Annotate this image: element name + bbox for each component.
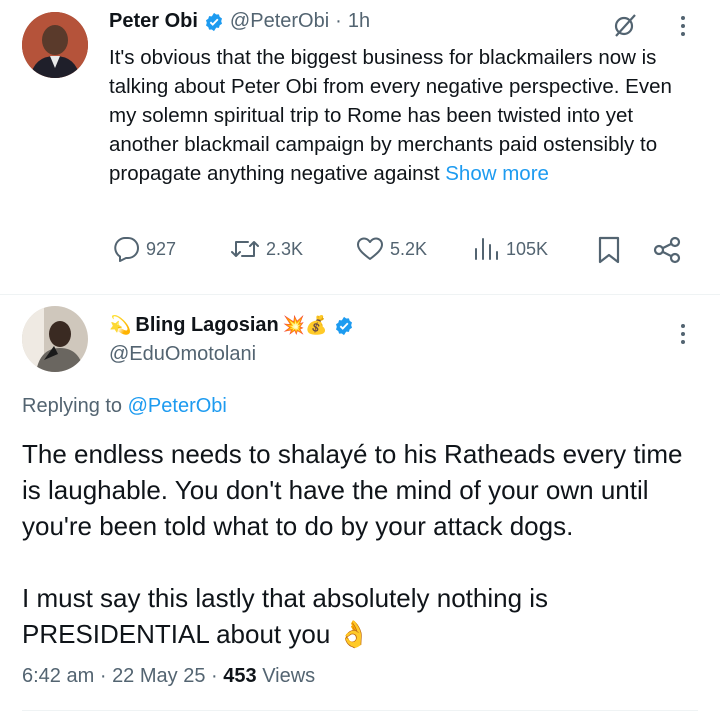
show-more-link[interactable]: Show more — [445, 162, 549, 185]
tweet-text: It's obvious that the biggest business f… — [109, 43, 684, 188]
author-name[interactable]: Peter Obi — [109, 10, 198, 33]
bling-lagosian-avatar[interactable] — [22, 306, 88, 372]
reply-paragraph-2-container: I must say this lastly that absolutely n… — [22, 580, 702, 652]
reply-views-count: 453 — [223, 665, 257, 687]
bottom-divider — [22, 710, 698, 711]
tweet-body: It's obvious that the biggest business f… — [109, 46, 672, 185]
like-button[interactable]: 5.2K — [356, 236, 427, 262]
meta-separator: · — [99, 665, 107, 687]
reply-paragraph-1: The endless needs to shalayé to his Rath… — [22, 439, 683, 541]
author-handle[interactable]: @PeterObi — [230, 10, 329, 33]
heart-icon — [357, 237, 383, 260]
peter-obi-avatar[interactable] — [22, 12, 88, 78]
bookmark-button[interactable] — [597, 236, 621, 269]
repost-icon — [231, 241, 259, 257]
reply-button[interactable]: 927 — [112, 236, 176, 262]
reply-verified-badge-icon — [334, 316, 354, 336]
reply-more-options-icon[interactable] — [681, 324, 685, 344]
ok-hand-emoji: 👌 — [337, 619, 370, 649]
verified-badge-icon — [204, 12, 224, 32]
reply-paragraph-2: I must say this lastly that absolutely n… — [22, 583, 549, 649]
replying-to-label: Replying to — [22, 395, 123, 417]
meta-separator: · — [211, 665, 218, 687]
grok-icon[interactable] — [611, 11, 639, 44]
bookmark-icon — [598, 236, 620, 264]
views-button[interactable]: 105K — [472, 236, 548, 262]
replying-to-handle[interactable]: @PeterObi — [128, 395, 227, 417]
reply-time[interactable]: 6:42 am — [22, 665, 94, 687]
repost-button[interactable]: 2.3K — [230, 236, 303, 262]
like-count: 5.2K — [390, 238, 428, 259]
reply-author-handle[interactable]: @EduOmotolani — [109, 343, 256, 366]
reply-views-label: Views — [262, 665, 316, 687]
more-options-icon[interactable] — [681, 16, 685, 36]
share-button[interactable] — [653, 236, 683, 269]
reply-author-name[interactable]: Bling Lagosian — [135, 314, 278, 337]
divider — [0, 294, 720, 295]
separator-dot: · — [335, 10, 342, 32]
views-count: 105K — [506, 238, 549, 259]
reply-icon — [114, 237, 139, 262]
reply-count: 927 — [146, 238, 177, 259]
reply-author-prefix-emoji: 💫 — [109, 315, 132, 335]
tweet-time[interactable]: 1h — [348, 10, 370, 33]
reply-date[interactable]: 22 May 25 — [112, 665, 205, 687]
views-chart-icon — [475, 238, 498, 260]
share-icon — [653, 236, 681, 264]
reply-author-suffix-emoji: 💥💰 — [282, 315, 328, 335]
repost-count: 2.3K — [266, 238, 304, 259]
